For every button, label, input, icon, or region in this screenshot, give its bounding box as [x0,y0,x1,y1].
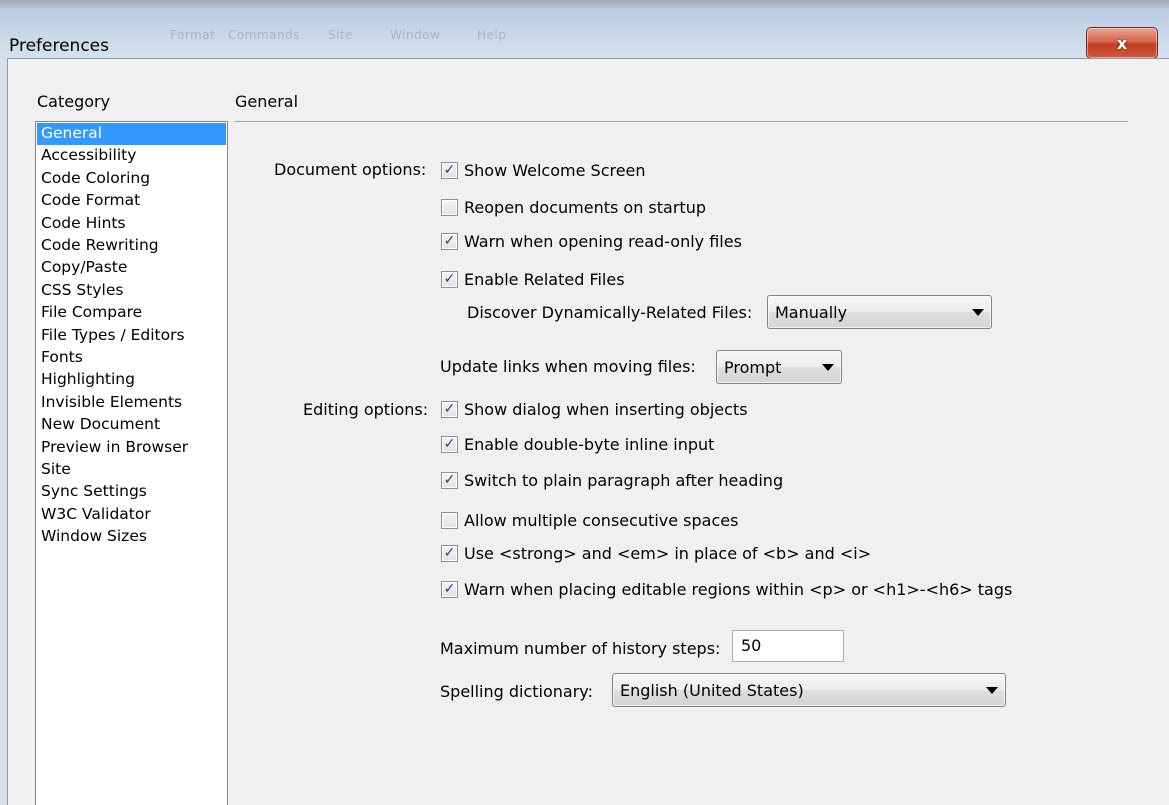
spelling-dictionary-dropdown[interactable]: English (United States) [612,673,1006,707]
category-item[interactable]: Preview in Browser [37,437,188,459]
category-header: Category [37,92,111,111]
category-item[interactable]: Highlighting [37,369,135,391]
checkbox-multiple-spaces[interactable]: Allow multiple consecutive spaces [441,508,738,532]
category-item[interactable]: CSS Styles [37,280,123,302]
checkbox-show-welcome-screen[interactable]: ✓ Show Welcome Screen [441,158,646,182]
category-item[interactable]: Code Format [37,190,140,212]
checkbox-icon[interactable]: ✓ [441,161,458,179]
window-title: Preferences [9,36,109,56]
editing-options-label: Editing options: [303,400,429,419]
document-options-label: Document options: [274,160,427,179]
checkbox-warn-editable-regions[interactable]: ✓ Warn when placing editable regions wit… [441,577,1012,601]
dropdown-value: English (United States) [620,680,804,700]
checkbox-warn-read-only[interactable]: ✓ Warn when opening read-only files [441,229,742,253]
ghost-menu-item: Format [170,28,216,42]
preferences-window: Format Commands Site Window Help Prefere… [0,0,1169,805]
checkbox-label: Warn when placing editable regions withi… [464,579,1013,599]
close-button[interactable]: x [1086,27,1158,59]
checkbox-enable-related-files[interactable]: ✓ Enable Related Files [441,267,625,291]
category-item[interactable]: Window Sizes [37,526,147,548]
checkbox-label: Show dialog when inserting objects [464,399,748,419]
category-item[interactable]: Code Hints [37,213,126,235]
checkbox-icon[interactable]: ✓ [441,232,458,250]
category-list[interactable]: General Accessibility Code Coloring Code Fo… [35,121,228,805]
checkbox-icon[interactable]: ✓ [441,580,458,598]
checkbox-label: Switch to plain paragraph after heading [464,470,784,490]
checkbox-reopen-documents[interactable]: Reopen documents on startup [441,195,706,219]
update-links-label: Update links when moving files: [440,357,696,376]
discover-files-dropdown[interactable]: Manually [767,295,992,329]
category-item[interactable]: W3C Validator [37,504,151,526]
checkbox-double-byte-input[interactable]: ✓ Enable double-byte inline input [441,432,714,456]
checkbox-label: Enable Related Files [464,269,625,289]
checkbox-icon[interactable] [441,511,458,529]
chevron-down-icon [965,308,991,316]
category-item[interactable]: File Compare [37,302,142,324]
category-item[interactable]: Sync Settings [37,481,147,503]
ghost-menu-item: Commands [228,28,300,42]
checkbox-icon[interactable]: ✓ [441,435,458,453]
category-item[interactable]: Site [37,459,71,481]
category-item[interactable]: Code Coloring [37,168,150,190]
category-item[interactable]: Code Rewriting [37,235,159,257]
category-item[interactable]: Fonts [37,347,83,369]
checkbox-label: Show Welcome Screen [464,160,646,180]
history-steps-input[interactable]: 50 [732,630,844,662]
update-links-dropdown[interactable]: Prompt [716,350,842,384]
dialog-body: Category General Accessibility Code Colori… [7,58,1169,805]
title-bar[interactable]: Format Commands Site Window Help Prefere… [0,10,1169,59]
ghost-menu-item: Help [477,28,507,42]
background-app-strip [0,0,1169,10]
dropdown-value: Manually [775,302,848,322]
checkbox-label: Enable double-byte inline input [464,434,715,454]
category-item[interactable]: Copy/Paste [37,257,127,279]
ghost-menu-item: Window [390,28,441,42]
category-item[interactable]: New Document [37,414,160,436]
discover-files-label: Discover Dynamically-Related Files: [467,303,753,322]
checkbox-icon[interactable]: ✓ [441,400,458,418]
category-item[interactable]: Invisible Elements [37,392,182,414]
history-steps-label: Maximum number of history steps: [440,639,721,658]
checkbox-icon[interactable]: ✓ [441,471,458,489]
category-item[interactable]: General [37,123,226,145]
close-icon: x [1116,33,1128,53]
ghost-menu-item: Site [328,28,354,42]
chevron-down-icon [815,363,841,371]
checkbox-strong-em[interactable]: ✓ Use <strong> and <em> in place of <b> … [441,541,871,565]
checkbox-plain-paragraph[interactable]: ✓ Switch to plain paragraph after headin… [441,468,783,492]
category-item[interactable]: File Types / Editors [37,325,185,347]
checkbox-label: Warn when opening read-only files [464,231,742,251]
checkbox-label: Allow multiple consecutive spaces [464,510,739,530]
checkbox-label: Use <strong> and <em> in place of <b> an… [464,543,872,563]
chevron-down-icon [979,686,1005,694]
checkbox-show-dialog-objects[interactable]: ✓ Show dialog when inserting objects [441,397,748,421]
dropdown-value: Prompt [724,357,782,377]
checkbox-icon[interactable] [441,198,458,216]
checkbox-icon[interactable]: ✓ [441,544,458,562]
category-item[interactable]: Accessibility [37,145,136,167]
spelling-dictionary-label: Spelling dictionary: [440,682,593,701]
checkbox-icon[interactable]: ✓ [441,270,458,288]
section-divider [235,121,1128,122]
section-title: General [235,92,299,111]
checkbox-label: Reopen documents on startup [464,197,706,217]
